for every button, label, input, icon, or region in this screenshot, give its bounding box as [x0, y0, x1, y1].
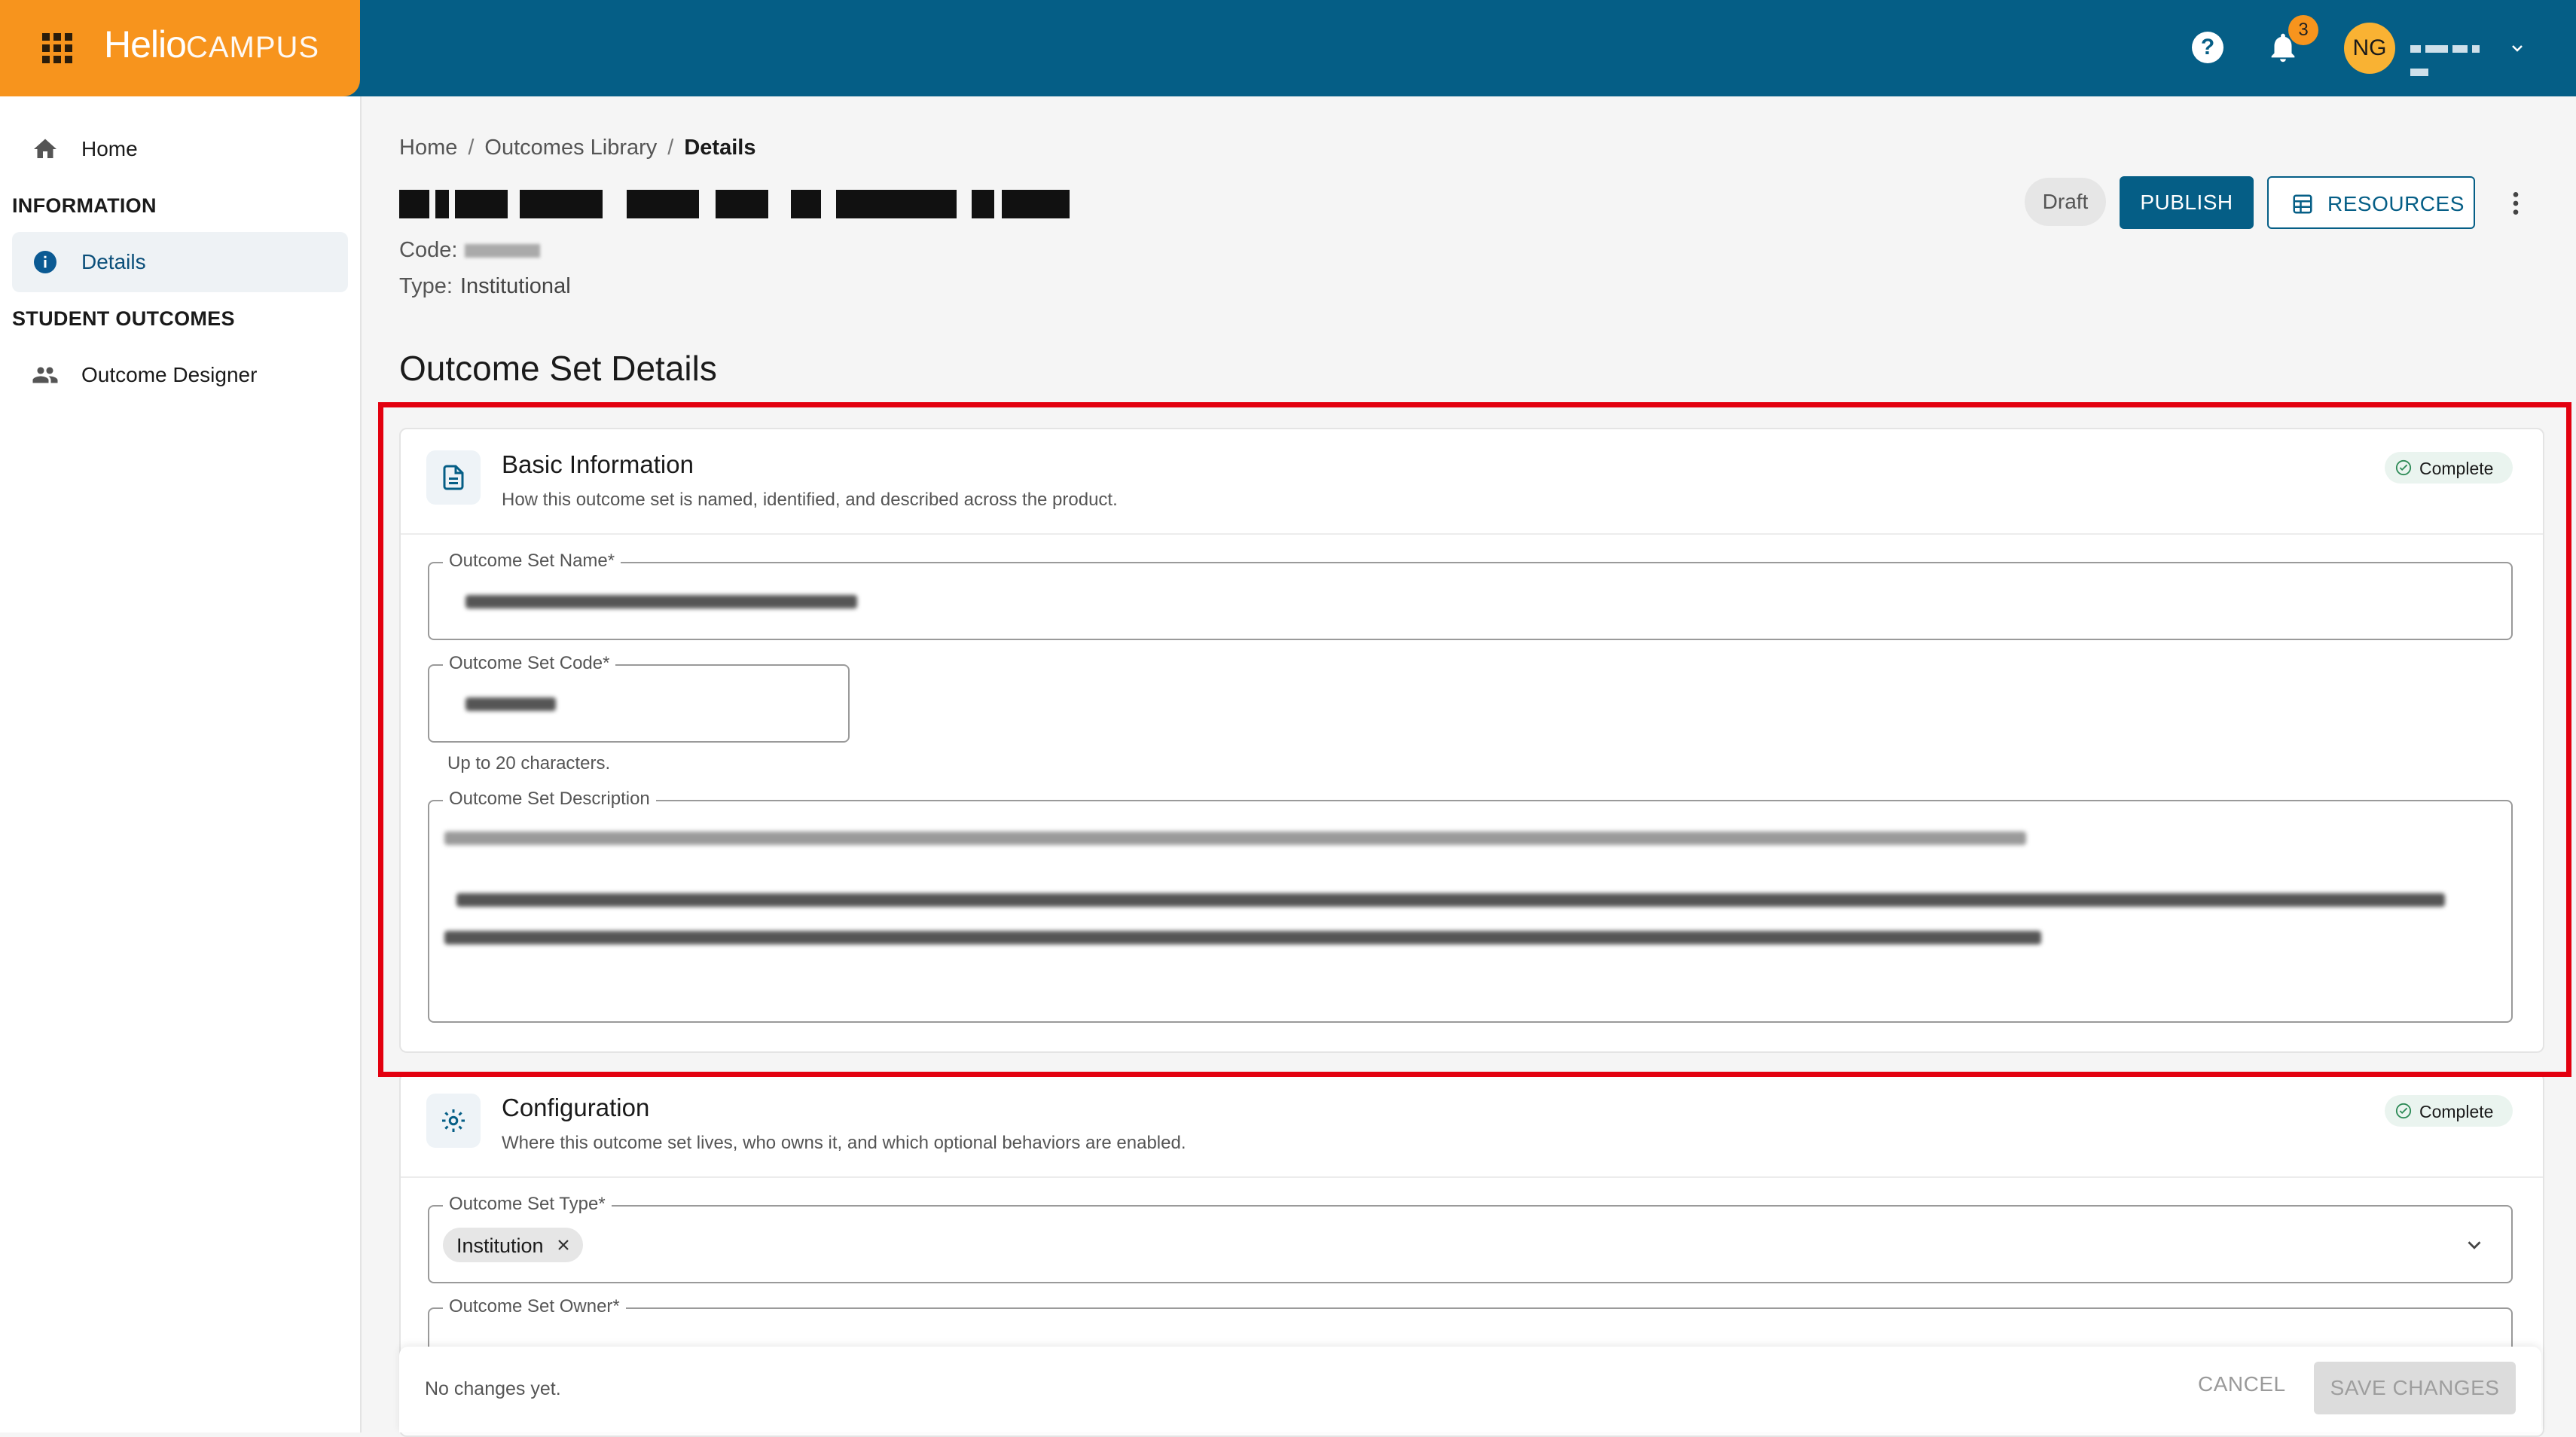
- sidebar-item-home[interactable]: Home: [12, 119, 348, 179]
- code-value-redacted: [465, 244, 541, 258]
- breadcrumb-current: Details: [684, 136, 756, 160]
- resources-icon: [2293, 194, 2312, 214]
- publish-button[interactable]: PUBLISH: [2120, 176, 2254, 229]
- people-icon: [32, 367, 58, 383]
- info-icon: [34, 251, 56, 273]
- top-app-bar: HelioCAMPUS ? 3 NG: [0, 0, 2576, 96]
- notification-count-badge: 3: [2288, 15, 2318, 45]
- code-label: Code:: [399, 238, 458, 262]
- resources-button[interactable]: RESOURCES: [2267, 176, 2475, 229]
- changes-status-text: No changes yet.: [425, 1378, 561, 1399]
- status-badge: Draft: [2025, 178, 2106, 226]
- user-name-redacted[interactable]: [2410, 33, 2501, 76]
- gear-icon: [442, 1109, 465, 1132]
- code-meta: Code:: [399, 238, 541, 263]
- app-launcher-icon[interactable]: [42, 33, 72, 63]
- type-meta: Type: Institutional: [399, 274, 571, 299]
- field-label: Outcome Set Owner*: [443, 1296, 626, 1317]
- chip-label: Institution: [456, 1234, 544, 1257]
- type-label: Type:: [399, 274, 453, 298]
- card-title: Configuration: [502, 1094, 650, 1121]
- helio-campus-logo[interactable]: HelioCAMPUS: [104, 23, 319, 66]
- field-label: Outcome Set Type*: [443, 1194, 612, 1215]
- breadcrumb-library-link[interactable]: Outcomes Library: [484, 136, 657, 160]
- resources-button-label: RESOURCES: [2327, 192, 2465, 215]
- chevron-down-icon[interactable]: [2463, 1234, 2486, 1256]
- settings-icon-box: [426, 1094, 481, 1148]
- sidebar-item-label: Details: [81, 250, 146, 273]
- complete-badge: Complete: [2385, 1095, 2513, 1127]
- card-subtitle: Where this outcome set lives, who owns i…: [502, 1133, 1186, 1153]
- sidebar-section-student-outcomes: STUDENT OUTCOMES: [12, 307, 235, 330]
- section-title: Outcome Set Details: [399, 349, 717, 388]
- brand-area: HelioCAMPUS: [0, 0, 360, 96]
- breadcrumb-home-link[interactable]: Home: [399, 136, 457, 160]
- breadcrumb: Home / Outcomes Library / Details: [399, 136, 755, 160]
- sidebar-item-outcome-designer[interactable]: Outcome Designer: [12, 345, 348, 405]
- more-options-icon[interactable]: [2501, 187, 2531, 220]
- selected-type-chip[interactable]: Institution: [443, 1228, 583, 1262]
- sidebar-item-label: Home: [81, 137, 138, 160]
- breadcrumb-separator: /: [667, 136, 674, 160]
- sidebar: Home INFORMATION Details STUDENT OUTCOME…: [0, 96, 362, 1432]
- highlight-box: [378, 402, 2571, 1077]
- chevron-down-icon[interactable]: [2508, 39, 2526, 57]
- outcome-set-type-select[interactable]: Outcome Set Type* Institution: [428, 1194, 2513, 1283]
- user-avatar[interactable]: NG: [2344, 23, 2395, 74]
- page-title-redacted: [399, 182, 1092, 227]
- breadcrumb-separator: /: [468, 136, 475, 160]
- check-circle-icon: [2395, 1103, 2412, 1119]
- save-changes-button[interactable]: SAVE CHANGES: [2314, 1362, 2516, 1414]
- help-icon[interactable]: ?: [2192, 32, 2223, 63]
- close-icon[interactable]: [554, 1236, 572, 1254]
- sidebar-section-information: INFORMATION: [12, 194, 157, 217]
- sidebar-item-label: Outcome Designer: [81, 363, 258, 386]
- cancel-button[interactable]: CANCEL: [2198, 1372, 2286, 1396]
- type-value: Institutional: [459, 274, 571, 298]
- card-divider: [401, 1176, 2543, 1178]
- home-icon: [34, 139, 56, 158]
- save-footer-bar: No changes yet. CANCEL SAVE CHANGES: [399, 1347, 2541, 1432]
- sidebar-item-details[interactable]: Details: [12, 232, 348, 292]
- complete-badge-label: Complete: [2419, 1102, 2494, 1121]
